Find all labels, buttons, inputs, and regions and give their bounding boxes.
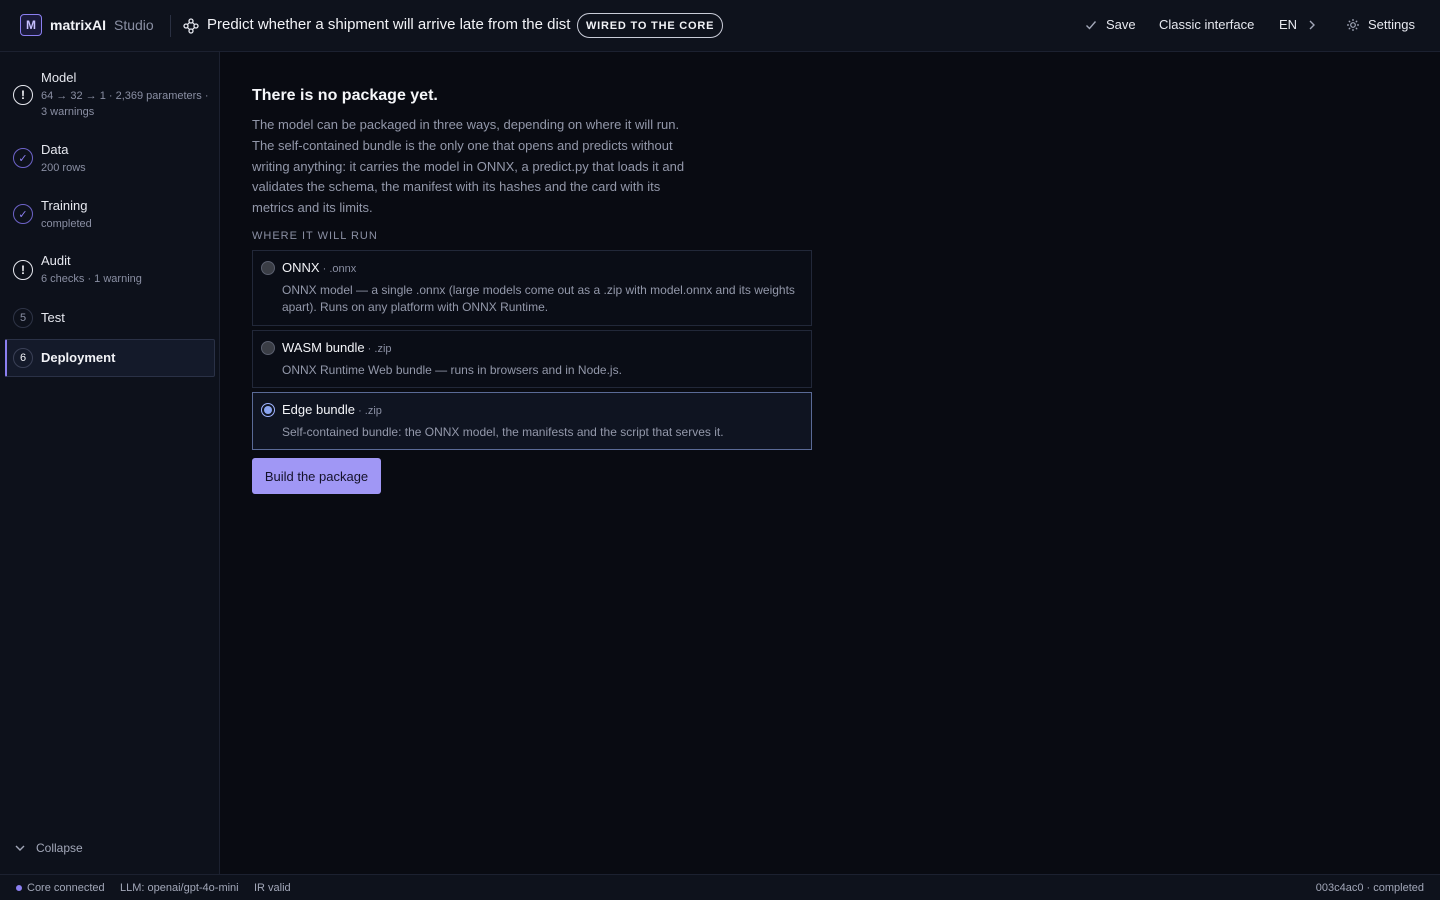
sidebar-item-model[interactable]: ! Model 64 → 32 → 1 · 2,369 parameters ·… [5,64,215,124]
network-icon [183,18,199,34]
core-badge: WIRED TO THE CORE [577,13,724,38]
llm-status: LLM: openai/gpt-4o-mini [120,882,239,894]
option-extension: · .zip [355,405,382,417]
option-title: Edge bundle · .zip [282,402,382,417]
classic-label: Classic interface [1159,17,1255,32]
language-button[interactable]: EN [1279,17,1319,32]
run-status-text: 003c4ac0 · completed [1315,882,1424,894]
core-status-text: Core connected [27,882,105,894]
header-divider [170,15,171,37]
classic-interface-button[interactable]: Classic interface [1159,17,1254,32]
gear-icon [1347,18,1359,31]
check-circle-icon: ✓ [13,204,33,224]
step-title: Audit [41,253,71,268]
sidebar-item-deployment[interactable]: 6 Deployment [5,339,215,377]
option-title-text: WASM bundle [282,340,365,355]
sidebar-item-training[interactable]: ✓ Training completed [5,192,215,238]
option-description: ONNX Runtime Web bundle — runs in browse… [282,363,622,377]
step-title: Test [41,310,65,325]
sidebar-item-data[interactable]: ✓ Data 200 rows [5,136,215,182]
step-subtitle: 200 rows [41,162,86,174]
step-title: Data [41,142,69,157]
check-icon [1086,20,1097,30]
sidebar-item-test[interactable]: 5 Test [5,304,215,336]
brand-name: matrixAI [50,17,107,33]
option-title: WASM bundle · .zip [282,340,392,355]
core-status: Core connected [16,882,105,894]
ir-status-text: IR valid [254,882,291,894]
option-onnx[interactable]: ONNX · .onnx ONNX model — a single .onnx… [252,250,812,326]
option-extension: · .onnx [319,263,357,275]
option-title-text: Edge bundle [282,402,356,417]
ir-status: IR valid [254,882,291,894]
package-description: The model can be packaged in three ways,… [252,117,685,216]
option-description: Self-contained bundle: the ONNX model, t… [282,425,724,439]
language-label: EN [1279,17,1298,32]
step-number: 5 [13,308,33,328]
status-bar: Core connected LLM: openai/gpt-4o-mini I… [0,874,1440,900]
save-label: Save [1106,17,1136,32]
step-number: 6 [13,348,33,368]
section-label: WHERE IT WILL RUN [252,230,378,242]
main-content: There is no package yet. The model can b… [220,52,1440,874]
settings-button[interactable]: Settings [1346,17,1415,32]
option-edge-bundle[interactable]: Edge bundle · .zip Self-contained bundle… [252,392,812,450]
step-title: Training [41,198,88,213]
chevron-right-icon [1309,20,1316,29]
step-subtitle: 6 checks · 1 warning [41,273,142,285]
llm-status-text: LLM: openai/gpt-4o-mini [120,882,239,894]
step-title: Deployment [41,350,116,365]
option-title-text: ONNX [282,260,320,275]
top-bar: M matrixAI Studio Predict whether a ship… [0,0,1440,52]
sidebar-item-audit[interactable]: ! Audit 6 checks · 1 warning [5,247,215,293]
step-subtitle: 64 → 32 → 1 · 2,369 parameters · 3 warni… [41,90,209,118]
status-dot-icon [16,885,22,891]
radio-button[interactable] [261,261,275,275]
radio-button[interactable] [261,341,275,355]
step-title: Model [41,70,77,85]
build-package-button[interactable]: Build the package [252,458,381,494]
logo-icon: M [20,14,42,36]
check-circle-icon: ✓ [13,148,33,168]
save-button[interactable]: Save [1084,17,1136,32]
chevron-down-icon [15,845,25,851]
option-wasm-bundle[interactable]: WASM bundle · .zip ONNX Runtime Web bund… [252,330,812,388]
project-title[interactable]: Predict whether a shipment will arrive l… [207,16,571,33]
collapse-button[interactable]: Collapse [14,841,83,855]
option-title: ONNX · .onnx [282,260,356,275]
step-subtitle: completed [41,218,92,230]
settings-label: Settings [1368,17,1415,32]
collapse-label: Collapse [36,841,83,855]
radio-button[interactable] [261,403,275,417]
brand-sub: Studio [114,17,154,33]
option-extension: · .zip [364,343,392,355]
sidebar: ! Model 64 → 32 → 1 · 2,369 parameters ·… [0,52,220,874]
warning-icon: ! [13,260,33,280]
warning-icon: ! [13,85,33,105]
run-status: 003c4ac0 · completed [1316,882,1424,894]
page-title: There is no package yet. [252,87,438,104]
option-description: ONNX model — a single .onnx (large model… [282,283,795,314]
